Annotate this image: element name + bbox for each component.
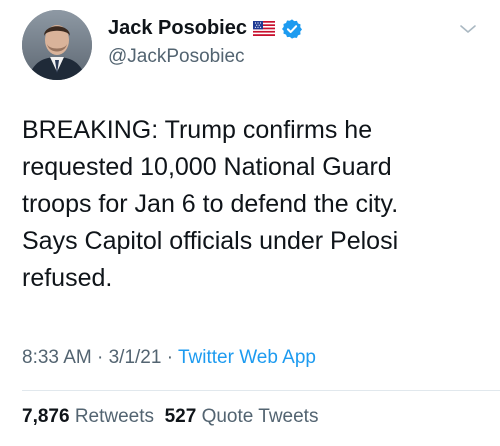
avatar[interactable] (22, 10, 92, 80)
divider (22, 390, 500, 391)
tweet-source[interactable]: Twitter Web App (178, 347, 316, 368)
quote-tweets-count: 527 (164, 406, 197, 427)
quote-tweets-label: Quote Tweets (201, 406, 319, 427)
retweets-label: Retweets (74, 406, 155, 427)
meta-separator: · (161, 347, 178, 368)
meta-separator: · (91, 347, 109, 368)
retweets-count: 7,876 (22, 406, 70, 427)
engagement-stats: 7,876 Retweets 527 Quote Tweets (22, 406, 318, 428)
us-flag-icon (252, 21, 275, 36)
tweet-text: BREAKING: Trump confirms he requested 10… (22, 116, 399, 292)
author-handle[interactable]: @JackPosobiec (108, 46, 245, 68)
tweet-meta: 8:33 AM · 3/1/21 · Twitter Web App (22, 347, 316, 369)
author-display-name[interactable]: Jack Posobiec (108, 17, 247, 40)
retweets-link[interactable]: 7,876 Retweets (22, 406, 154, 427)
verified-badge-icon (281, 18, 303, 40)
tweet-card: Jack Posobiec @JackPosobiec BREAKING: Tr… (0, 0, 500, 446)
tweet-time[interactable]: 8:33 AM (22, 347, 92, 368)
author-name-row: Jack Posobiec (108, 17, 303, 40)
tweet-date[interactable]: 3/1/21 (109, 347, 162, 368)
quote-tweets-link[interactable]: 527 Quote Tweets (165, 406, 319, 427)
chevron-down-icon[interactable] (458, 22, 478, 36)
